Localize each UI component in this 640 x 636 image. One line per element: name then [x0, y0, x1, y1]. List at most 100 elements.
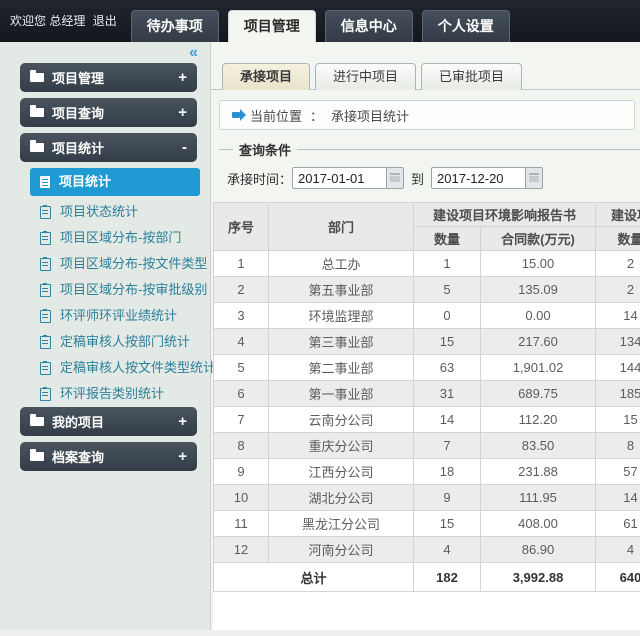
cell-qty: 4 — [414, 537, 481, 563]
breadcrumb-label: 当前位置 — [250, 106, 302, 125]
cell-seq: 6 — [214, 381, 269, 407]
sidebar-item-定稿审核人按文件类型统计[interactable]: 定稿审核人按文件类型统计 — [0, 355, 210, 381]
cell-seq: 10 — [214, 485, 269, 511]
cell-amount: 83.50 — [481, 433, 596, 459]
content-tab-承接项目[interactable]: 承接项目 — [222, 63, 310, 90]
table-foot: 总计1823,992.88640 — [214, 563, 640, 592]
top-tab-信息中心[interactable]: 信息中心 — [325, 10, 413, 42]
cell-qty: 14 — [414, 407, 481, 433]
cell-dept: 第三事业部 — [269, 329, 414, 355]
sidebar-item-label: 项目区域分布-按审批级别 — [60, 277, 207, 303]
col-header-qty: 数量 — [596, 227, 640, 251]
top-tab-个人设置[interactable]: 个人设置 — [422, 10, 510, 42]
cell-qty: 0 — [414, 303, 481, 329]
sidebar-item-label: 项目区域分布-按文件类型 — [60, 251, 207, 277]
cell-dept: 湖北分公司 — [269, 485, 414, 511]
cell-seq: 2 — [214, 277, 269, 303]
collapse-sidebar-icon[interactable]: « — [189, 44, 198, 62]
total-label: 总计 — [214, 563, 414, 592]
table-total-row: 总计1823,992.88640 — [214, 563, 640, 592]
main-content: 承接项目进行中项目已审批项目 当前位置 ： 承接项目统计 查询条件 承接时间： … — [211, 42, 640, 636]
sidebar-item-label: 项目区域分布-按部门 — [60, 225, 181, 251]
content-tab-进行中项目[interactable]: 进行中项目 — [315, 63, 416, 90]
cell-qty: 144 — [596, 355, 640, 381]
calendar-icon[interactable] — [386, 167, 404, 189]
content-tab-已审批项目[interactable]: 已审批项目 — [421, 63, 522, 90]
top-tab-待办事项[interactable]: 待办事项 — [131, 10, 219, 42]
sidebar-menu: 项目管理+ 项目查询+ 项目统计- 项目统计项目状态统计项目区域分布-按部门项目区域分… — [0, 63, 210, 477]
cell-qty: 9 — [414, 485, 481, 511]
col-group-header-report-book: 建设项目环境影响报告书 — [414, 203, 596, 227]
cell-qty: 15 — [596, 407, 640, 433]
clipboard-icon — [40, 362, 51, 375]
cell-seq: 5 — [214, 355, 269, 381]
cell-dept: 环境监理部 — [269, 303, 414, 329]
cell-qty: 63 — [414, 355, 481, 381]
folder-icon — [30, 417, 44, 426]
sidebar-item-label: 项目统计 — [59, 168, 111, 196]
col-header-qty: 数量 — [414, 227, 481, 251]
cell-qty: 8 — [596, 433, 640, 459]
cell-amount: 15.00 — [481, 251, 596, 277]
cell-qty: 31 — [414, 381, 481, 407]
cell-qty: 61 — [596, 511, 640, 537]
sidebar-group-我的项目[interactable]: 我的项目+ — [20, 407, 197, 436]
clipboard-icon — [40, 284, 51, 297]
cell-seq: 11 — [214, 511, 269, 537]
folder-icon — [30, 73, 44, 82]
cell-qty: 1 — [414, 251, 481, 277]
sidebar-item-项目状态统计[interactable]: 项目状态统计 — [0, 199, 210, 225]
cell-dept: 河南分公司 — [269, 537, 414, 563]
sidebar-group-项目管理[interactable]: 项目管理+ — [20, 63, 197, 92]
calendar-icon[interactable] — [525, 167, 543, 189]
cell-qty: 14 — [596, 303, 640, 329]
sidebar-group-档案查询[interactable]: 档案查询+ — [20, 442, 197, 471]
sidebar-item-环评师环评业绩统计[interactable]: 环评师环评业绩统计 — [0, 303, 210, 329]
welcome-user: 欢迎您 总经理 — [10, 14, 85, 28]
expand-toggle-icon: + — [178, 448, 187, 465]
table-row: 7云南分公司14112.2015 — [214, 407, 640, 433]
col-header-amount: 合同款(万元) — [481, 227, 596, 251]
logout-link[interactable]: 退出 — [93, 14, 117, 28]
cell-amount: 111.95 — [481, 485, 596, 511]
sidebar-item-label: 定稿审核人按部门统计 — [60, 329, 190, 355]
cell-seq: 7 — [214, 407, 269, 433]
sidebar-item-项目区域分布-按文件类型[interactable]: 项目区域分布-按文件类型 — [0, 251, 210, 277]
cell-qty: 15 — [414, 511, 481, 537]
sidebar-item-label: 项目状态统计 — [60, 199, 138, 225]
cell-amount: 112.20 — [481, 407, 596, 433]
table-body: 1总工办115.0022第五事业部5135.0923环境监理部00.00144第… — [214, 251, 640, 563]
cell-seq: 8 — [214, 433, 269, 459]
sidebar-group-项目查询[interactable]: 项目查询+ — [20, 98, 197, 127]
page-bottom-strip — [0, 630, 640, 636]
cell-qty: 2 — [596, 277, 640, 303]
cell-qty: 185 — [596, 381, 640, 407]
cell-dept: 云南分公司 — [269, 407, 414, 433]
sidebar-item-项目统计[interactable]: 项目统计 — [30, 168, 200, 196]
sidebar-item-label: 环评师环评业绩统计 — [60, 303, 177, 329]
sidebar: « 项目管理+ 项目查询+ 项目统计- 项目统计项目状态统计项目区域分布-按部门项目区… — [0, 42, 211, 636]
date-from-input[interactable] — [292, 167, 386, 189]
total-amount: 3,992.88 — [481, 563, 596, 592]
cell-seq: 4 — [214, 329, 269, 355]
table-row: 2第五事业部5135.092 — [214, 277, 640, 303]
cell-qty: 18 — [414, 459, 481, 485]
cell-qty: 14 — [596, 485, 640, 511]
stats-table: 序号部门建设项目环境影响报告书建设项数量合同款(万元)数量 1总工办115.00… — [213, 202, 640, 592]
content-tabs: 承接项目进行中项目已审批项目 — [222, 62, 640, 90]
cell-qty: 15 — [414, 329, 481, 355]
top-tab-项目管理[interactable]: 项目管理 — [228, 10, 316, 42]
arrow-right-icon — [232, 112, 240, 118]
sidebar-item-项目区域分布-按部门[interactable]: 项目区域分布-按部门 — [0, 225, 210, 251]
sidebar-item-定稿审核人按部门统计[interactable]: 定稿审核人按部门统计 — [0, 329, 210, 355]
clipboard-icon — [40, 336, 51, 349]
cell-dept: 第五事业部 — [269, 277, 414, 303]
sidebar-item-label: 定稿审核人按文件类型统计 — [60, 355, 216, 381]
table-row: 3环境监理部00.0014 — [214, 303, 640, 329]
sidebar-item-项目区域分布-按审批级别[interactable]: 项目区域分布-按审批级别 — [0, 277, 210, 303]
date-to-input[interactable] — [431, 167, 525, 189]
sidebar-item-环评报告类别统计[interactable]: 环评报告类别统计 — [0, 381, 210, 407]
clipboard-icon — [40, 310, 51, 323]
col-header-seq: 序号 — [214, 203, 269, 251]
sidebar-group-项目统计[interactable]: 项目统计- — [20, 133, 197, 162]
